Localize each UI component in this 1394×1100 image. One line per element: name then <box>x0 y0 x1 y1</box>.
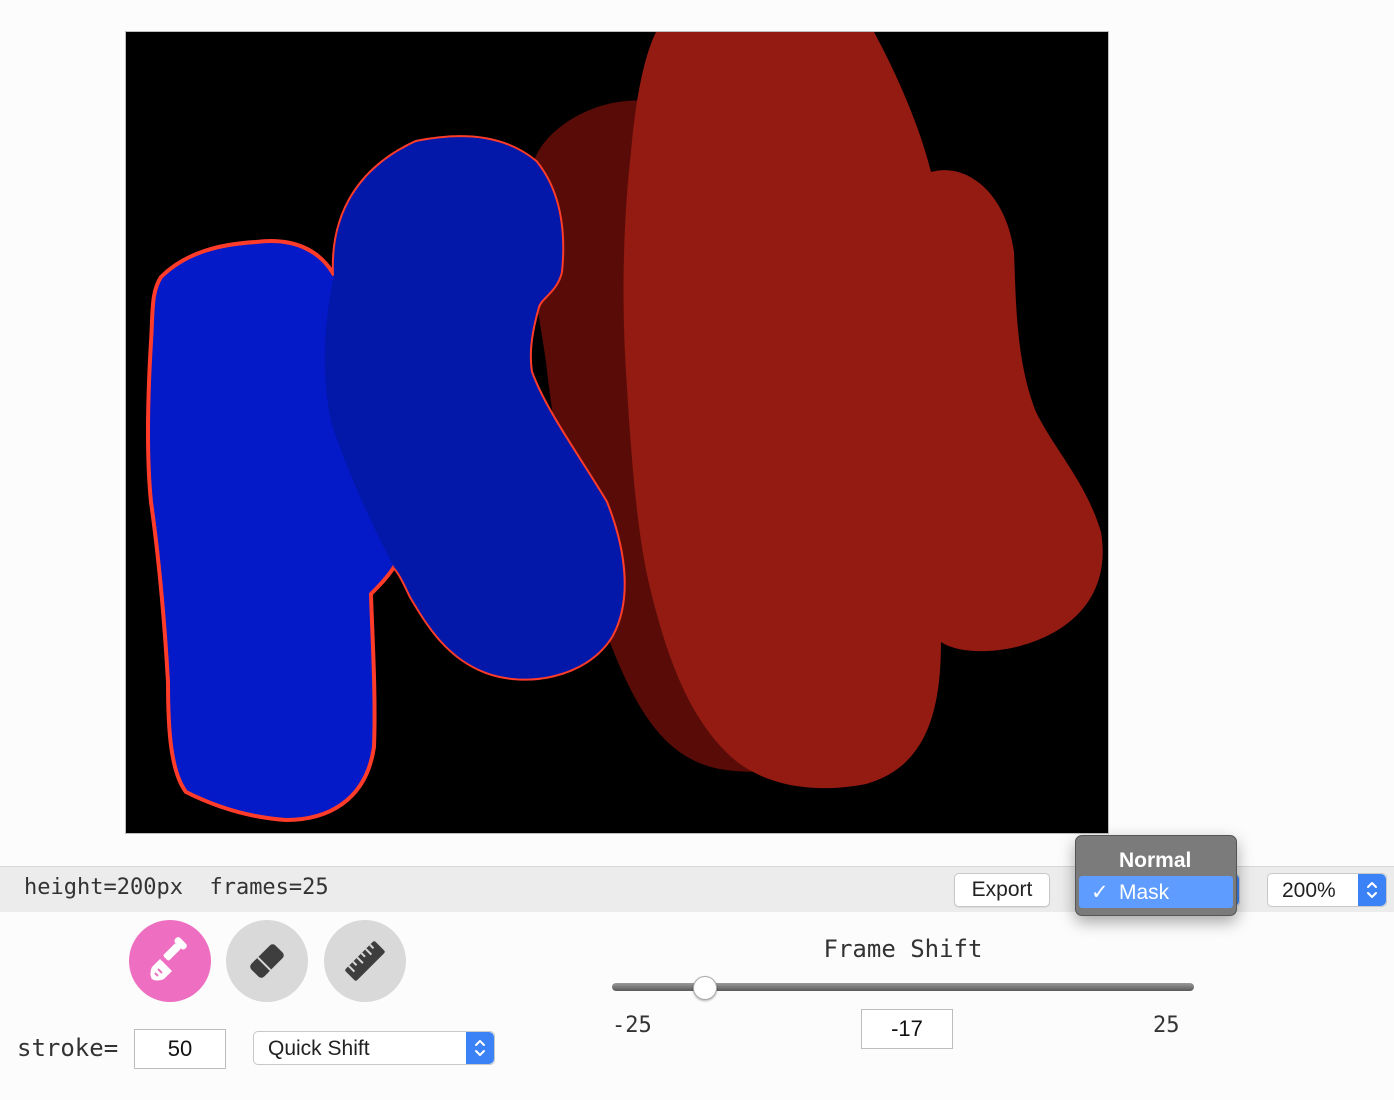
zoom-select[interactable]: 200% <box>1267 873 1387 907</box>
export-button[interactable]: Export <box>954 873 1050 907</box>
method-value: Quick Shift <box>268 1037 370 1060</box>
frame-shift-input[interactable] <box>861 1009 953 1049</box>
method-select[interactable]: Quick Shift <box>253 1031 495 1065</box>
status-info: height=200px frames=25 <box>24 875 329 900</box>
ruler-tool-button[interactable] <box>324 920 406 1002</box>
brush-tool-button[interactable] <box>129 920 211 1002</box>
menu-item-mask[interactable]: ✓ Mask <box>1079 876 1233 908</box>
menu-item-mask-label: Mask <box>1119 881 1170 904</box>
mode-dropdown-menu: Normal ✓ Mask <box>1075 835 1237 916</box>
height-info: height=200px <box>24 875 183 900</box>
eraser-tool-button[interactable] <box>226 920 308 1002</box>
zoom-value: 200% <box>1282 879 1336 902</box>
mask-canvas[interactable] <box>125 31 1109 834</box>
ruler-icon <box>345 941 385 981</box>
mask-canvas-drawing[interactable] <box>126 32 1108 833</box>
checkmark-icon: ✓ <box>1091 881 1109 904</box>
slider-min-label: -25 <box>612 1013 652 1038</box>
frame-shift-title: Frame Shift <box>823 935 983 963</box>
slider-max-label: 25 <box>1153 1013 1180 1038</box>
paintbrush-icon <box>150 937 187 981</box>
frames-info: frames=25 <box>209 875 329 900</box>
frame-shift-slider-thumb[interactable] <box>693 976 718 1000</box>
menu-item-normal[interactable]: Normal <box>1079 844 1233 876</box>
menu-item-normal-label: Normal <box>1119 849 1192 872</box>
stroke-label: stroke= <box>17 1034 119 1062</box>
method-chevron-icon <box>466 1032 494 1064</box>
stroke-size-input[interactable] <box>134 1029 226 1069</box>
zoom-chevron-icon <box>1358 874 1386 906</box>
eraser-icon <box>250 944 284 978</box>
